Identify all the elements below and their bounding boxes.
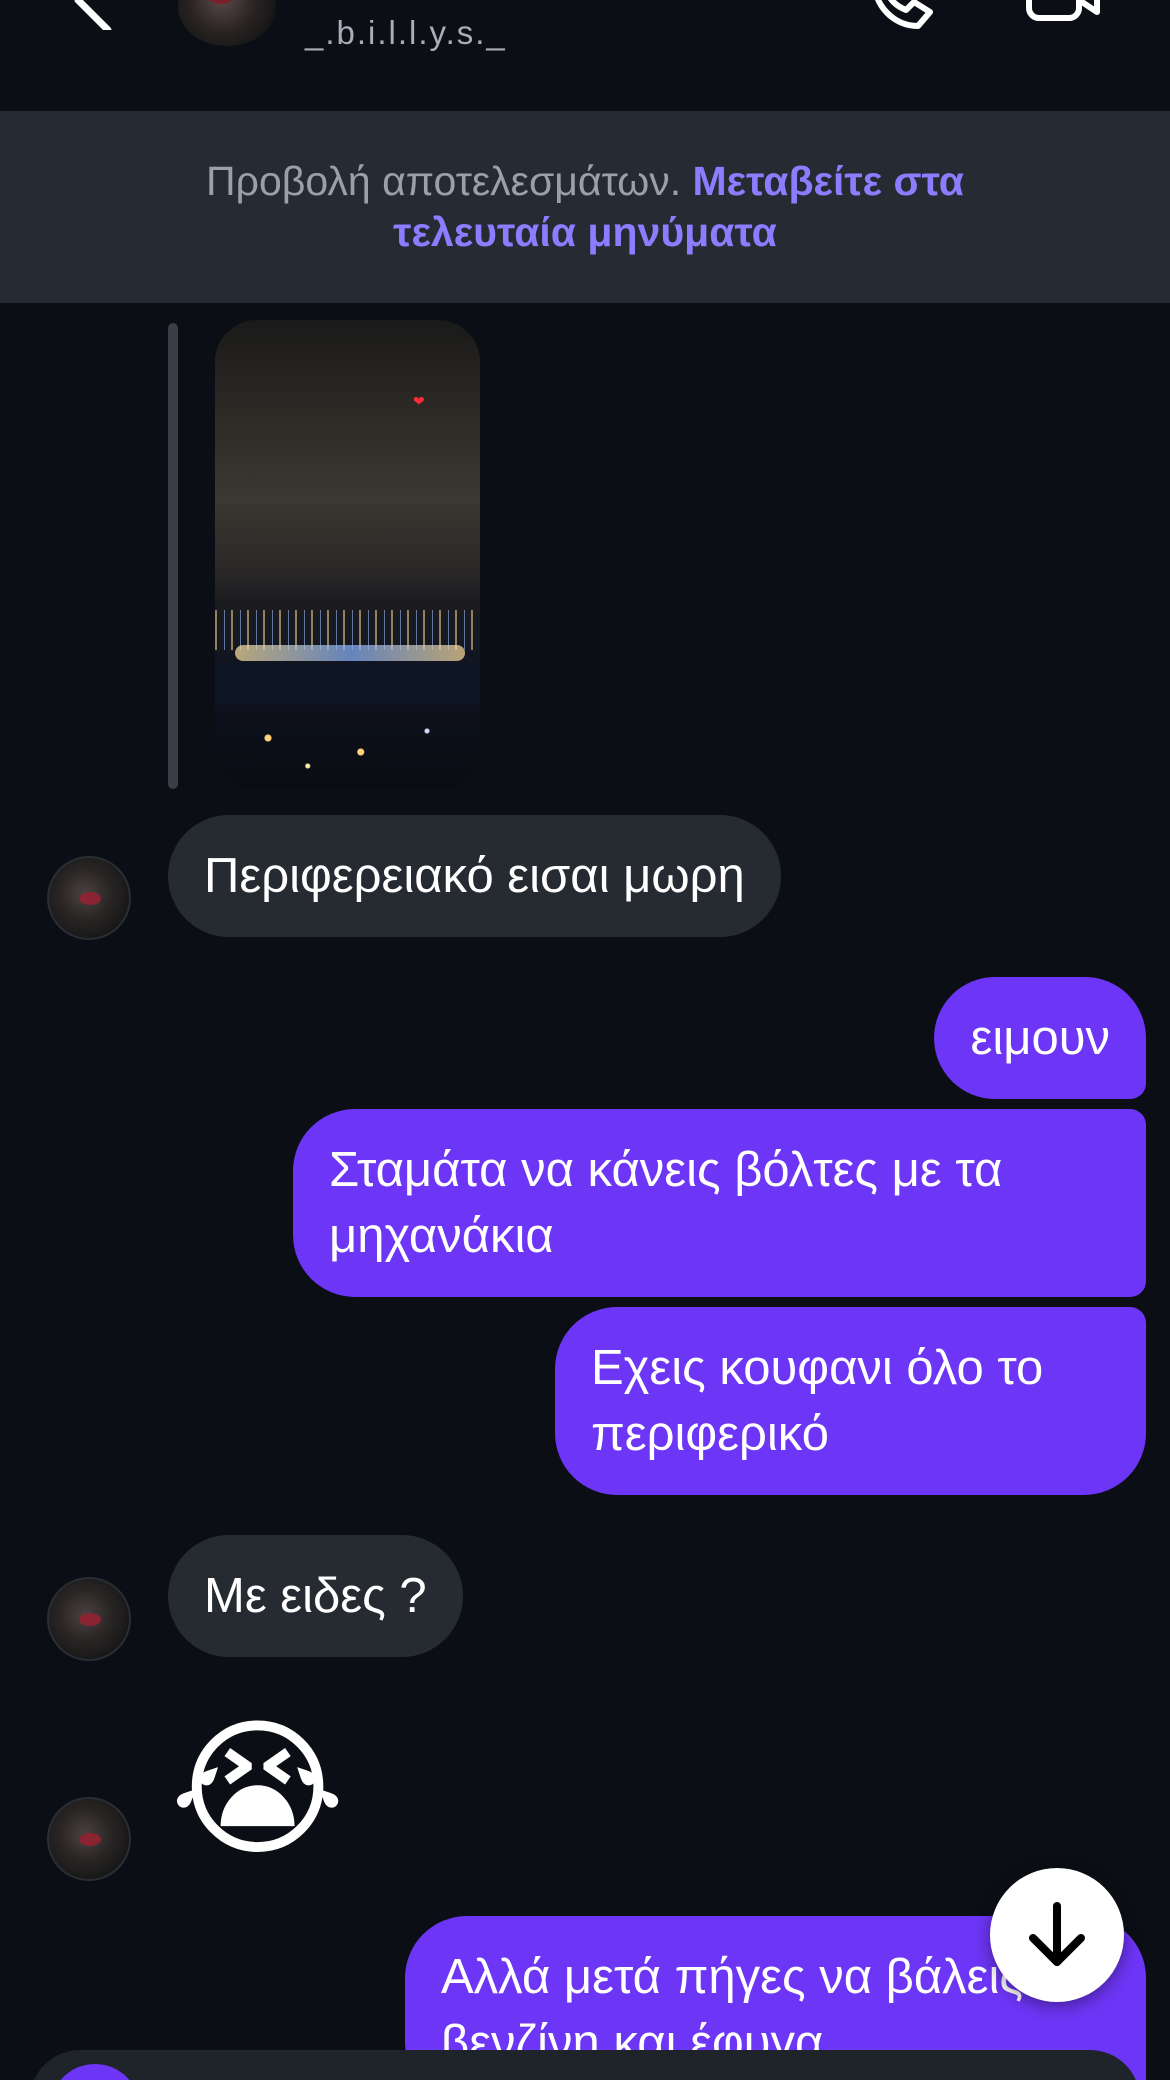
avatar[interactable]	[178, 0, 276, 46]
reply-indicator-bar	[168, 323, 178, 789]
message-bubble-incoming[interactable]: Με ειδες ?	[168, 1535, 463, 1657]
avatar[interactable]	[47, 856, 131, 940]
heart-icon: ❤	[413, 393, 425, 409]
message-bubble-incoming[interactable]: Περιφερειακό εισαι μωρη	[168, 815, 781, 937]
message-bubble-outgoing[interactable]: ειμουν	[934, 977, 1146, 1099]
foreground-lights	[215, 710, 480, 780]
chat-username[interactable]: _.b.i.l.l.y.s._	[305, 14, 507, 52]
banner-label: Προβολή αποτελεσμάτων.	[206, 158, 682, 204]
video-camera-icon[interactable]	[1025, 0, 1101, 30]
chat-header: _.b.i.l.l.y.s._	[0, 0, 1170, 110]
phone-icon[interactable]	[866, 0, 936, 30]
banner-text: Προβολή αποτελεσμάτων. Μεταβείτε στα τελ…	[135, 156, 1035, 258]
search-results-banner: Προβολή αποτελεσμάτων. Μεταβείτε στα τελ…	[0, 111, 1170, 303]
chevron-left-icon[interactable]	[60, 0, 120, 30]
city-lights	[215, 610, 480, 650]
avatar[interactable]	[47, 1577, 131, 1661]
message-bubble-outgoing[interactable]: Εχεις κουφανι όλο το περιφερικό	[555, 1307, 1146, 1495]
story-thumbnail[interactable]: ❤	[215, 320, 480, 790]
emoji-message[interactable]: 😭	[170, 1715, 345, 1865]
message-composer[interactable]	[30, 2050, 1140, 2080]
water	[215, 665, 480, 705]
shoreline	[235, 645, 465, 661]
avatar[interactable]	[47, 1797, 131, 1881]
arrow-down-icon	[1029, 1902, 1085, 1966]
message-bubble-outgoing[interactable]: Σταμάτα να κάνεις βόλτες με τα μηχανάκια	[293, 1109, 1146, 1297]
scroll-to-bottom-button[interactable]	[990, 1868, 1124, 2002]
